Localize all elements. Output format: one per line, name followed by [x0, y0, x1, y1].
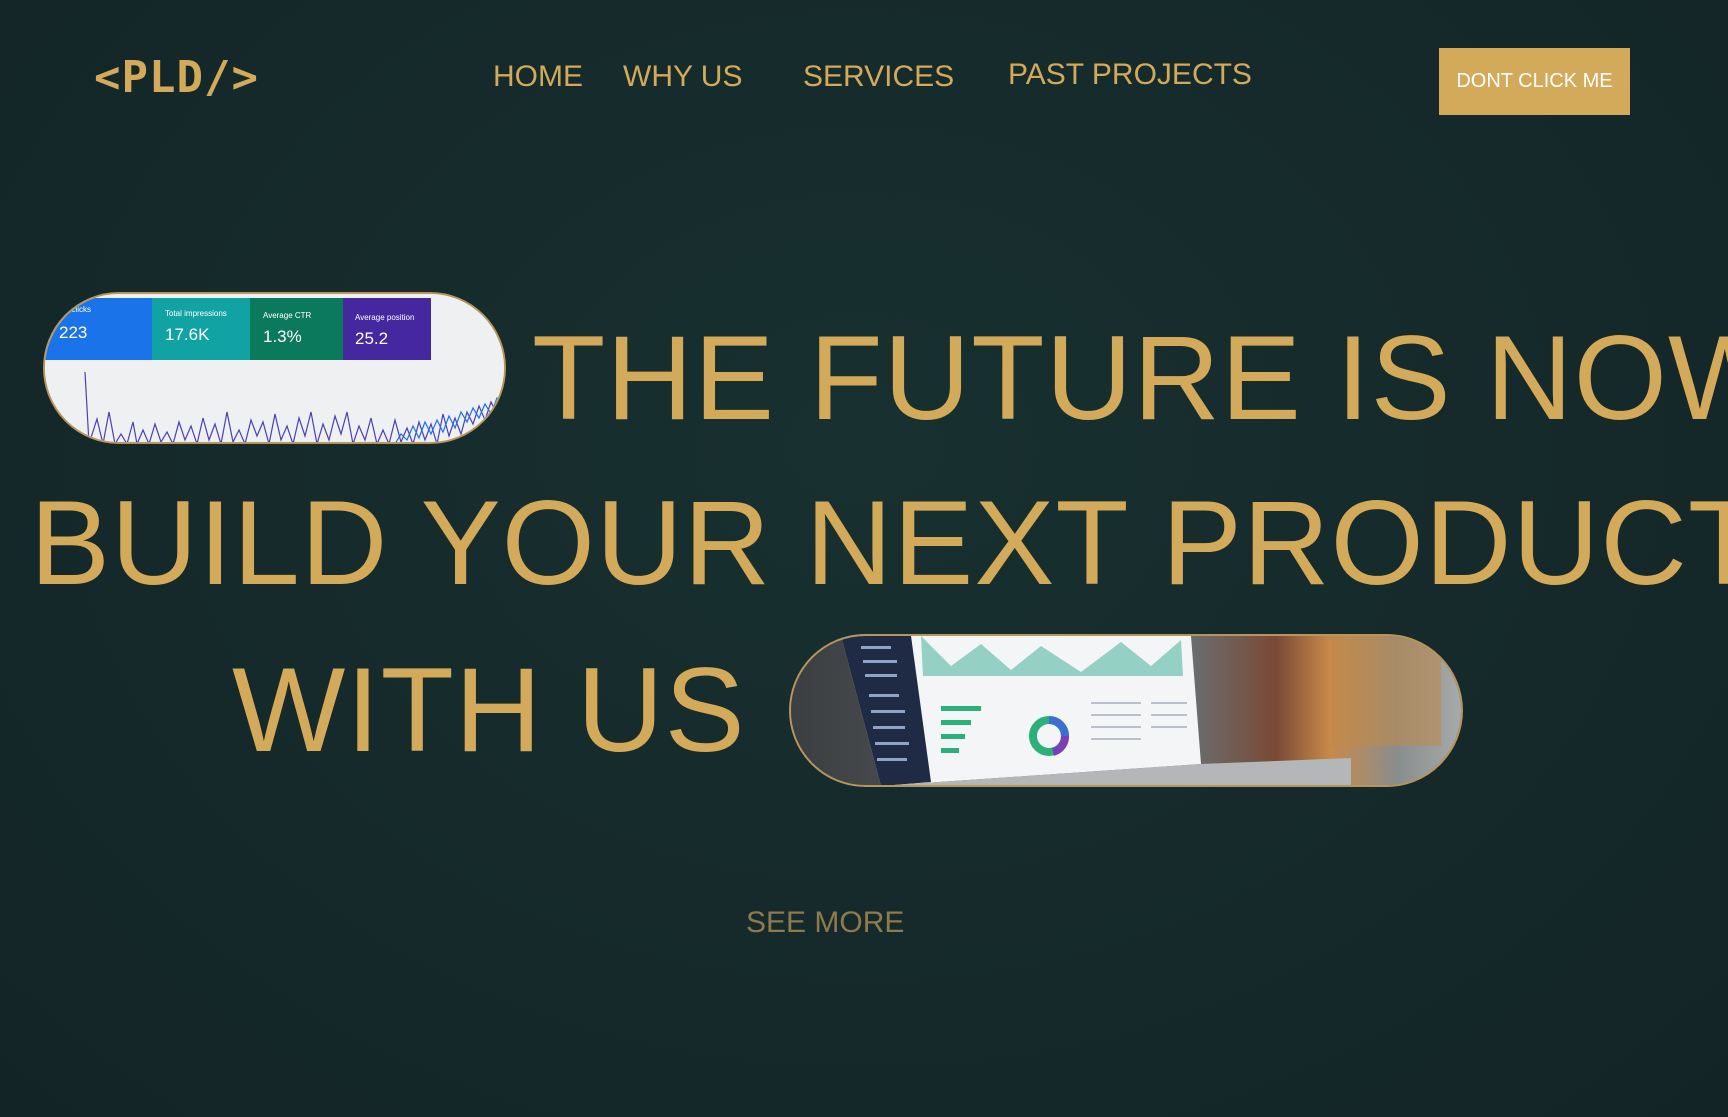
analytics-dashboard-graphic: al clicks 223 Total impressions 17.6K Av…	[45, 294, 504, 442]
tile-3-value: 1.3%	[263, 327, 302, 346]
tile-3-label: Average CTR	[263, 311, 312, 320]
nav-services[interactable]: SERVICES	[803, 60, 954, 94]
see-more-link[interactable]: SEE MORE	[746, 906, 904, 940]
tile-4-label: Average position	[355, 313, 414, 322]
tile-1-label: al clicks	[63, 305, 91, 314]
laptop-dashboard-image	[789, 634, 1463, 787]
hero-headline-line-2: BUILD YOUR NEXT PRODUCT	[30, 476, 1728, 610]
nav-why-us[interactable]: WHY US	[623, 60, 742, 94]
tile-4-value: 25.2	[355, 329, 388, 348]
nav-home[interactable]: HOME	[493, 60, 583, 94]
hero-headline-line-1: THE FUTURE IS NOW	[532, 311, 1728, 445]
analytics-dashboard-image: al clicks 223 Total impressions 17.6K Av…	[43, 292, 506, 444]
tile-2-label: Total impressions	[165, 309, 227, 318]
tile-1-value: 223	[59, 323, 87, 342]
dont-click-me-button[interactable]: DONT CLICK ME	[1439, 48, 1630, 115]
tile-2-value: 17.6K	[165, 325, 210, 344]
nav-past-projects[interactable]: PAST PROJECTS	[1008, 58, 1252, 92]
laptop-dashboard-graphic	[791, 636, 1461, 785]
hero-headline-line-3: WITH US	[232, 643, 746, 777]
logo[interactable]: <PLD/>	[94, 52, 259, 103]
